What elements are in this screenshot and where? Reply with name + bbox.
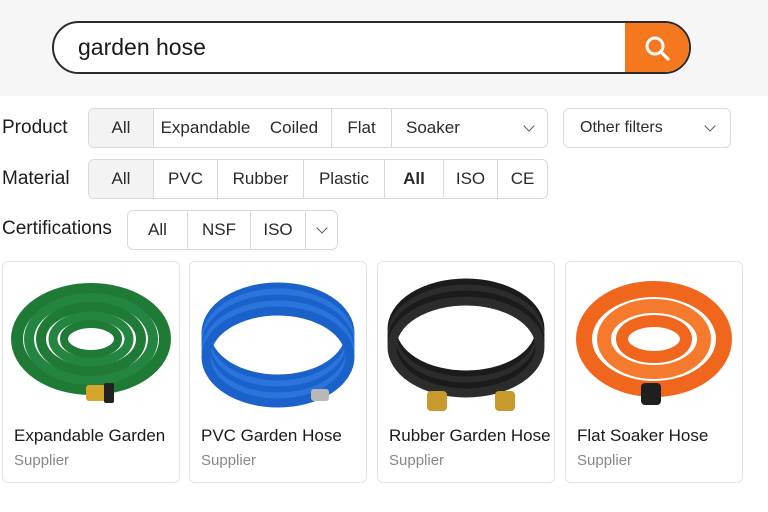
product-option-coiled[interactable]: Coiled: [257, 109, 331, 147]
product-supplier: Supplier: [389, 452, 445, 469]
certifications-more-dropdown[interactable]: [305, 211, 337, 249]
certifications-option-iso[interactable]: ISO: [250, 211, 305, 249]
material-option-rubber[interactable]: Rubber: [217, 160, 303, 198]
product-option-soaker-dropdown[interactable]: Soaker: [391, 109, 547, 147]
chevron-down-icon: [523, 120, 535, 132]
material-option-all[interactable]: All: [89, 160, 153, 198]
product-card-expandable[interactable]: Expandable Garden Supplier: [2, 261, 180, 483]
product-option-expandable[interactable]: Expandable: [153, 109, 257, 147]
product-option-all[interactable]: All: [89, 109, 153, 147]
material-option-iso[interactable]: ISO: [443, 160, 497, 198]
product-filter-group: All Expandable Coiled Flat Soaker: [88, 108, 548, 148]
chevron-down-icon: [704, 120, 716, 132]
certifications-filter-group: All NSF ISO: [127, 210, 338, 250]
search-icon: [645, 36, 670, 61]
coiled-hose-image: [387, 278, 545, 411]
product-option-flat[interactable]: Flat: [331, 109, 391, 147]
product-card-pvc[interactable]: PVC Garden Hose Supplier: [189, 261, 367, 483]
certifications-option-nsf[interactable]: NSF: [187, 211, 250, 249]
coiled-hose-image: [11, 283, 171, 403]
material-filter-group: All PVC Rubber Plastic All ISO CE: [88, 159, 548, 199]
certifications-filter-label: Certifications: [2, 218, 112, 239]
product-option-soaker: Soaker: [406, 118, 460, 137]
product-supplier: Supplier: [201, 452, 257, 469]
chevron-down-icon: [315, 222, 328, 234]
product-title[interactable]: Flat Soaker Hose: [577, 426, 708, 446]
search-input[interactable]: [54, 23, 625, 72]
flat-hose-image: [576, 281, 732, 405]
product-card-rubber[interactable]: Rubber Garden Hose Supplier: [377, 261, 555, 483]
product-supplier: Supplier: [577, 452, 633, 469]
product-image: [3, 262, 179, 422]
product-image: [378, 262, 554, 422]
product-title[interactable]: Rubber Garden Hose: [389, 426, 551, 446]
product-supplier: Supplier: [14, 452, 70, 469]
coiled-hose-image: [201, 282, 355, 408]
product-card-flat-soaker[interactable]: Flat Soaker Hose Supplier: [565, 261, 743, 483]
product-image: [190, 262, 366, 422]
other-filters-label: Other filters: [580, 119, 663, 136]
material-option-ce[interactable]: CE: [497, 160, 547, 198]
certifications-option-all[interactable]: All: [128, 211, 187, 249]
other-filters-dropdown[interactable]: Other filters: [563, 108, 731, 148]
search-button[interactable]: [625, 23, 689, 72]
product-title[interactable]: Expandable Garden: [14, 426, 165, 446]
product-filter-label: Product: [2, 117, 68, 138]
search-bar: [52, 21, 691, 74]
material-option-plastic[interactable]: Plastic: [303, 160, 384, 198]
material-option-all-2[interactable]: All: [384, 160, 443, 198]
material-option-pvc[interactable]: PVC: [153, 160, 217, 198]
product-image: [566, 262, 742, 422]
material-filter-label: Material: [2, 168, 70, 189]
product-title[interactable]: PVC Garden Hose: [201, 426, 342, 446]
